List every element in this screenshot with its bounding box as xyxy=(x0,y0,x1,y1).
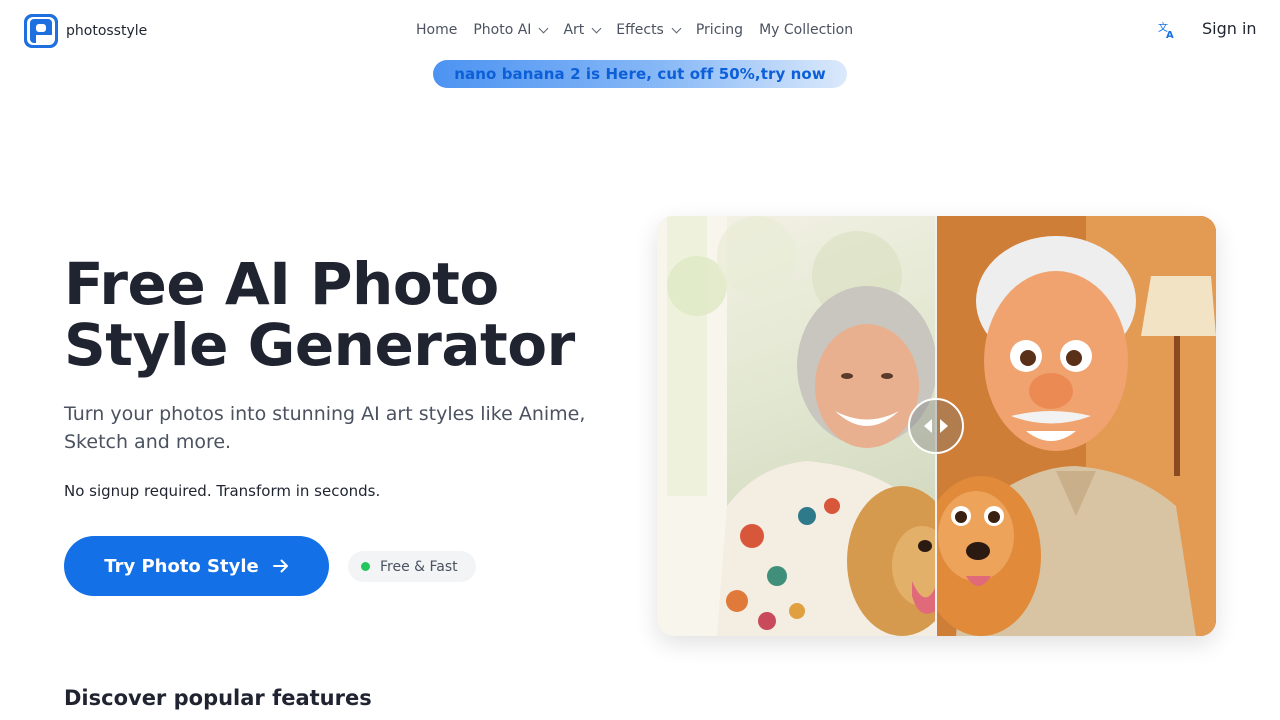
nav-item-label: Art xyxy=(563,22,585,38)
nav-item-my-collection[interactable]: My Collection xyxy=(759,20,853,40)
try-photo-style-button[interactable]: Try Photo Style xyxy=(64,536,329,596)
nav-item-label: Effects xyxy=(616,22,664,38)
arrow-right-icon xyxy=(272,559,288,573)
chevron-down-icon xyxy=(591,23,602,33)
site-header: photosstyle Home Photo AI Art Effects Pr… xyxy=(0,0,1280,60)
nav-item-art[interactable]: Art xyxy=(563,20,602,40)
after-cartoon xyxy=(936,216,1216,636)
main-nav: Home Photo AI Art Effects Pricing My Col… xyxy=(416,20,853,40)
nav-item-label: My Collection xyxy=(759,22,854,38)
hero-note: No signup required. Transform in seconds… xyxy=(64,482,381,500)
nav-item-effects[interactable]: Effects xyxy=(616,20,682,40)
promo-banner[interactable]: nano banana 2 is Here, cut off 50%,try n… xyxy=(433,60,847,88)
promo-text: nano banana 2 is Here, cut off 50%,try n… xyxy=(454,65,826,83)
free-fast-badge: Free & Fast xyxy=(348,551,476,582)
chevron-down-icon xyxy=(671,23,682,33)
nav-item-photo-ai[interactable]: Photo AI xyxy=(473,20,549,40)
nav-item-label: Photo AI xyxy=(473,22,532,38)
svg-text:A: A xyxy=(1166,30,1174,40)
hero-subtitle: Turn your photos into stunning AI art st… xyxy=(64,403,586,453)
before-after-compare[interactable] xyxy=(657,216,1216,636)
status-dot-icon xyxy=(361,562,370,571)
hero-title: Free AI Photo Style Generator xyxy=(64,250,575,379)
brand-logo-link[interactable]: photosstyle xyxy=(24,14,147,48)
translate-icon[interactable]: 文 A xyxy=(1158,20,1176,41)
before-photo xyxy=(657,216,936,636)
brand-logo-icon xyxy=(24,14,58,48)
cta-label: Try Photo Style xyxy=(104,555,259,577)
badge-label: Free & Fast xyxy=(380,558,458,575)
compare-slider-handle[interactable] xyxy=(908,398,964,454)
nav-item-home[interactable]: Home xyxy=(416,20,457,40)
nav-item-label: Home xyxy=(416,22,458,38)
brand-name: photosstyle xyxy=(66,23,148,39)
nav-item-pricing[interactable]: Pricing xyxy=(696,20,743,40)
features-section-title: Discover popular features xyxy=(64,686,372,710)
drag-arrows-icon xyxy=(924,419,948,433)
chevron-down-icon xyxy=(538,23,549,33)
nav-item-label: Pricing xyxy=(695,22,744,38)
sign-in-link[interactable]: Sign in xyxy=(1202,19,1257,38)
